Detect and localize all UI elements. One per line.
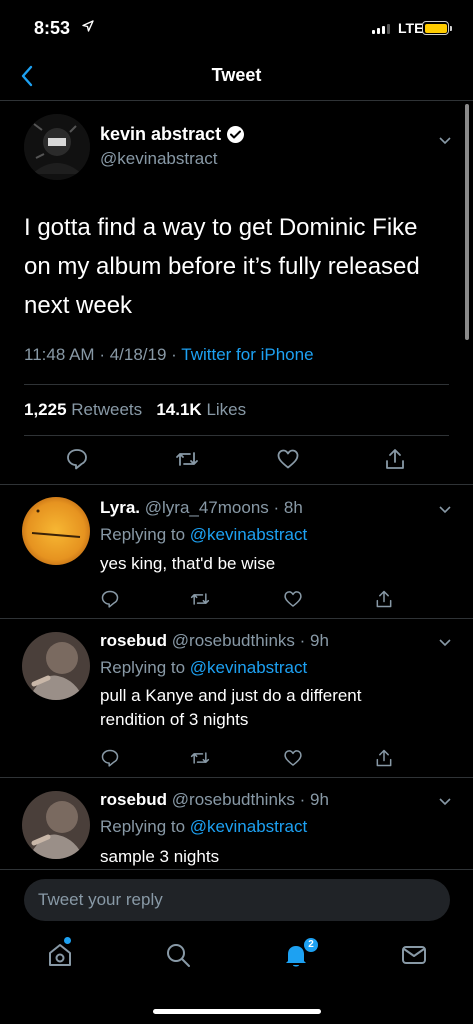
replying-prefix: Replying to xyxy=(100,817,186,836)
nav-bar: Tweet xyxy=(0,56,473,101)
chevron-down-icon[interactable] xyxy=(438,794,452,808)
retweet-icon[interactable] xyxy=(190,748,210,773)
home-icon[interactable] xyxy=(46,941,74,969)
reply-author-handle[interactable]: @rosebudthinks xyxy=(172,790,295,809)
reply-author-name[interactable]: rosebud xyxy=(100,790,167,809)
reply-mention-link[interactable]: @kevinabstract xyxy=(190,525,307,544)
tweet-text: I gotta find a way to get Dominic Fike o… xyxy=(24,214,420,319)
reply-mention-link[interactable]: @kevinabstract xyxy=(190,658,307,677)
reply-mention-link[interactable]: @kevinabstract xyxy=(190,817,307,836)
likes-count[interactable]: 14.1K xyxy=(156,400,201,419)
location-arrow-icon xyxy=(82,20,94,35)
replying-to: Replying to @kevinabstract xyxy=(100,525,307,545)
status-bar: 8:53 LTE xyxy=(0,0,473,56)
reply-text: pull a Kanye and just do a different ren… xyxy=(100,686,362,729)
search-icon[interactable] xyxy=(164,941,192,969)
signal-icon xyxy=(372,24,390,34)
reply-author-handle[interactable]: @rosebudthinks xyxy=(172,631,295,650)
reply-author-handle[interactable]: @lyra_47moons xyxy=(145,498,269,517)
share-icon[interactable] xyxy=(374,748,394,773)
reply-age: 9h xyxy=(310,790,329,809)
like-heart-icon[interactable] xyxy=(283,589,303,614)
replying-prefix: Replying to xyxy=(100,525,186,544)
reply-item[interactable]: Lyra. @lyra_47moons · 8h Replying to @ke… xyxy=(0,485,473,619)
tweet-stats: 1,225 Retweets 14.1K Likes xyxy=(24,400,246,420)
reply-icon[interactable] xyxy=(100,748,120,773)
share-icon[interactable] xyxy=(374,589,394,614)
divider xyxy=(24,384,449,385)
verified-badge-icon xyxy=(227,126,245,143)
author-avatar[interactable] xyxy=(24,114,90,180)
reply-header: rosebud @rosebudthinks · 9h xyxy=(100,631,329,650)
home-unread-dot xyxy=(64,937,71,944)
reply-header: rosebud @rosebudthinks · 9h xyxy=(100,790,329,809)
likes-label[interactable]: Likes xyxy=(206,400,246,419)
retweets-count[interactable]: 1,225 xyxy=(24,400,67,419)
divider xyxy=(24,435,449,436)
status-time: 8:53 xyxy=(34,18,71,38)
scrollbar[interactable] xyxy=(465,104,469,340)
reply-header: Lyra. @lyra_47moons · 8h xyxy=(100,498,303,517)
reply-text: sample 3 nights xyxy=(100,847,220,866)
reply-composer: Tweet your reply xyxy=(0,869,473,931)
retweets-label[interactable]: Retweets xyxy=(71,400,142,419)
author-name-text: kevin abstract xyxy=(100,124,222,144)
reply-author-name[interactable]: Lyra. xyxy=(100,498,140,517)
chevron-down-icon[interactable] xyxy=(438,133,452,147)
reply-input-placeholder: Tweet your reply xyxy=(38,890,163,909)
chevron-down-icon[interactable] xyxy=(438,635,452,649)
reply-avatar[interactable] xyxy=(22,791,90,859)
battery-icon xyxy=(422,21,452,35)
page-title: Tweet xyxy=(211,65,262,85)
notifications-badge: 2 xyxy=(302,936,320,954)
share-icon[interactable] xyxy=(383,447,407,476)
messages-envelope-icon[interactable] xyxy=(400,941,428,969)
reply-avatar[interactable] xyxy=(22,632,90,700)
author-handle[interactable]: @kevinabstract xyxy=(100,149,217,169)
reply-age: 8h xyxy=(283,498,303,517)
replying-to: Replying to @kevinabstract xyxy=(100,658,307,678)
reply-icon[interactable] xyxy=(100,589,120,614)
like-heart-icon[interactable] xyxy=(276,447,300,476)
reply-avatar[interactable] xyxy=(22,497,90,565)
retweet-icon[interactable] xyxy=(190,589,210,614)
replying-prefix: Replying to xyxy=(100,658,186,677)
reply-author-name[interactable]: rosebud xyxy=(100,631,167,650)
tweet-client-link[interactable]: Twitter for iPhone xyxy=(181,345,313,364)
tweet-time: 11:48 AM xyxy=(24,345,95,364)
chevron-down-icon[interactable] xyxy=(438,502,452,516)
network-label: LTE xyxy=(398,20,424,36)
reply-item[interactable]: rosebud @rosebudthinks · 9h Replying to … xyxy=(0,620,473,778)
reply-input[interactable]: Tweet your reply xyxy=(24,879,450,921)
reply-icon[interactable] xyxy=(65,447,89,476)
reply-age: 9h xyxy=(310,631,329,650)
author-name[interactable]: kevin abstract xyxy=(100,124,245,145)
tweet-date: 4/18/19 xyxy=(109,345,167,364)
home-indicator[interactable] xyxy=(153,1009,321,1014)
retweet-icon[interactable] xyxy=(175,447,199,476)
like-heart-icon[interactable] xyxy=(283,748,303,773)
reply-item[interactable]: rosebud @rosebudthinks · 9h Replying to … xyxy=(0,779,473,869)
reply-text: yes king, that'd be wise xyxy=(100,554,276,573)
replying-to: Replying to @kevinabstract xyxy=(100,817,307,837)
tweet-meta: 11:48 AM · 4/18/19 · Twitter for iPhone xyxy=(24,345,314,364)
